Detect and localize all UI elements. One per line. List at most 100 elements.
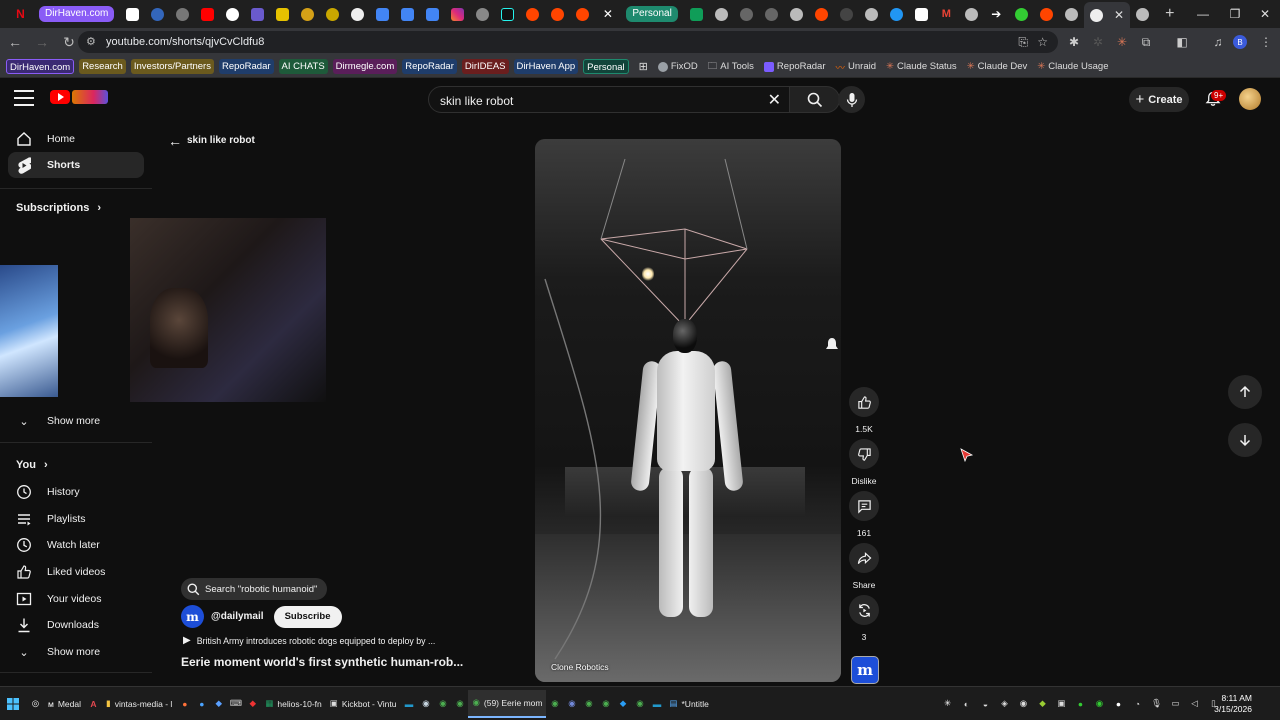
bookmark-ai-tools[interactable]: 🗀 AI Tools [708, 59, 754, 75]
tab-site[interactable] [909, 3, 934, 25]
comments-action[interactable]: 161 [849, 491, 879, 538]
taskbar-app-medal[interactable]: ᴍ Medal [44, 690, 85, 718]
sidebar-item-home[interactable]: Home [8, 126, 144, 152]
bookmark-folder[interactable]: DirHaven App [513, 59, 579, 74]
related-video-link[interactable]: ▶ British Army introduces robotic dogs e… [183, 635, 435, 646]
tab-instagram[interactable] [445, 3, 470, 25]
search-input[interactable]: skin like robot ✕ [428, 86, 790, 113]
remix-button[interactable] [849, 595, 879, 625]
bookmark-folder[interactable]: DirIDEAS [461, 59, 509, 74]
tab-reddit[interactable] [809, 3, 834, 25]
site-info-icon[interactable]: ⚙ [86, 35, 100, 49]
tab-site[interactable] [1059, 3, 1084, 25]
dislike-action[interactable]: Dislike [849, 439, 879, 486]
tab-site[interactable] [470, 3, 495, 25]
network-icon[interactable]: ▭ [1167, 695, 1184, 712]
previous-short-button[interactable] [1228, 375, 1262, 409]
sidebar-show-more-you[interactable]: ⌄ Show more [8, 639, 144, 665]
tab-site[interactable] [959, 3, 984, 25]
tray-icon[interactable]: ◒ [977, 695, 994, 712]
share-action[interactable]: Share [849, 543, 879, 590]
apps-grid-icon[interactable]: ⊞ [639, 60, 648, 73]
bookmark-folder[interactable]: RepoRadar [218, 59, 274, 74]
restore-icon[interactable]: ❐ [1218, 0, 1252, 28]
bookmark-folder[interactable]: AI CHATS [278, 59, 328, 74]
tab-site[interactable] [145, 3, 170, 25]
tray-icon[interactable]: ● [1072, 695, 1089, 712]
sidebar-you-header[interactable]: You › [16, 459, 48, 471]
tab-site[interactable] [270, 3, 295, 25]
channel-avatar[interactable]: m [181, 605, 204, 628]
tray-icon[interactable]: ◆ [1034, 695, 1051, 712]
search-button[interactable] [790, 86, 840, 113]
media-control-icon[interactable]: ♫ [1210, 34, 1226, 50]
windows-start-icon[interactable] [4, 695, 21, 712]
tab-docs[interactable] [420, 3, 445, 25]
remix-action[interactable]: 3 [849, 595, 879, 642]
tab-site[interactable] [245, 3, 270, 25]
claude-extension-icon[interactable]: ✳ [1114, 34, 1130, 50]
account-avatar[interactable] [1239, 88, 1261, 110]
bookmark-claude-usage[interactable]: ✳ Claude Usage [1037, 61, 1108, 72]
extension-icon[interactable]: ✲ [1090, 34, 1106, 50]
dislike-button[interactable] [849, 439, 879, 469]
bookmark-folder[interactable]: RepoRadar [402, 59, 457, 74]
subscribe-button[interactable]: Subscribe [273, 605, 342, 628]
puzzle-icon[interactable]: ⧉ [1138, 34, 1154, 50]
close-tab-icon[interactable]: ✕ [1114, 8, 1124, 22]
channel-handle[interactable]: @dailymail [211, 611, 264, 622]
tab-site[interactable] [295, 3, 320, 25]
app-icon[interactable]: ▬ [648, 695, 665, 712]
like-action[interactable]: 1.5K [849, 387, 879, 434]
app-icon[interactable]: ▬ [400, 695, 417, 712]
tab-gmail[interactable]: M [934, 3, 959, 25]
tab-site[interactable] [320, 3, 345, 25]
new-tab-button[interactable]: + [1159, 5, 1181, 23]
side-panel-icon[interactable]: ◧ [1174, 34, 1190, 50]
tab-site[interactable] [834, 3, 859, 25]
tray-icon[interactable]: ▣ [1053, 695, 1070, 712]
app-icon[interactable]: ● [193, 695, 210, 712]
tab-site[interactable] [170, 3, 195, 25]
claude-tray-icon[interactable]: ✳ [939, 695, 956, 712]
bookmark-folder[interactable]: Dirmegle.com [332, 59, 398, 74]
bookmark-folder[interactable]: Personal [583, 59, 629, 74]
channel-thumbnail-button[interactable]: m [851, 656, 879, 684]
tab-site[interactable] [1130, 3, 1155, 25]
close-window-icon[interactable]: ✕ [1248, 0, 1280, 28]
taskbar-app-helios[interactable]: ▦ helios-10-fn [261, 690, 325, 718]
tab-reddit[interactable] [570, 3, 595, 25]
chrome-icon[interactable]: ◉ [580, 695, 597, 712]
steam-tray-icon[interactable]: ◉ [1015, 695, 1032, 712]
tray-icon[interactable]: ◐ [958, 695, 975, 712]
tab-reddit[interactable] [520, 3, 545, 25]
create-button[interactable]: + Create [1129, 87, 1189, 112]
extension-icon[interactable]: ✱ [1066, 34, 1082, 50]
tray-icon[interactable]: ◔ [1129, 695, 1146, 712]
sidebar-item-playlists[interactable]: Playlists [8, 506, 144, 532]
like-button[interactable] [849, 387, 879, 417]
tab-reddit[interactable] [1034, 3, 1059, 25]
app-icon[interactable]: ◆ [244, 695, 261, 712]
back-button[interactable]: ← [3, 30, 27, 54]
tab-notion[interactable] [120, 3, 145, 25]
tab-netflix[interactable]: N [8, 3, 33, 25]
sidebar-subscriptions-header[interactable]: Subscriptions › [16, 202, 101, 214]
tab-github[interactable] [345, 3, 370, 25]
tab-group-dirhaven[interactable]: DirHaven.com [39, 6, 115, 22]
sidebar-item-downloads[interactable]: Downloads [8, 612, 144, 638]
forward-button[interactable]: → [30, 30, 54, 54]
tray-icon[interactable]: ◈ [996, 695, 1013, 712]
bookmark-claude-dev[interactable]: ✳ Claude Dev [967, 61, 1028, 72]
taskbar-clock[interactable]: 8:11 AM 3/15/2026 [1214, 693, 1252, 715]
share-button[interactable] [849, 543, 879, 573]
bookmark-claude-status[interactable]: ✳ Claude Status [886, 61, 957, 72]
app-icon[interactable]: ◆ [210, 695, 227, 712]
chrome-icon[interactable]: ◉ [631, 695, 648, 712]
vscode-icon[interactable]: ◆ [614, 695, 631, 712]
tab-site[interactable] [709, 3, 734, 25]
sidebar-item-history[interactable]: History [8, 479, 144, 505]
tab-site[interactable] [884, 3, 909, 25]
tab-docs[interactable] [370, 3, 395, 25]
more-menu-icon[interactable]: ⋮ [1258, 34, 1274, 50]
